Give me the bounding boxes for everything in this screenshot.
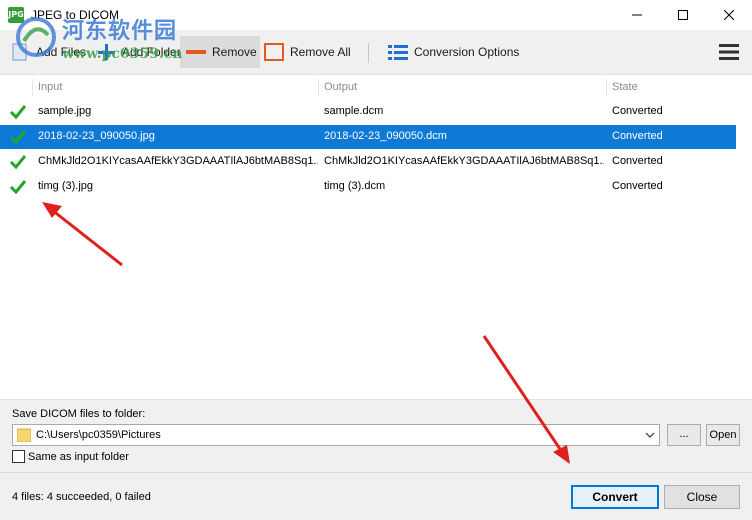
open-folder-button[interactable]: Open (706, 424, 740, 446)
cell-output: 2018-02-23_090050.dcm (324, 130, 447, 142)
cell-output: ChMkJld2O1KIYcasAAfEkkY3GDAAATIlAJ6btMAB… (324, 155, 604, 167)
table-row[interactable]: sample.jpg sample.dcm Converted (0, 100, 736, 124)
maximize-button[interactable] (660, 0, 706, 30)
status-summary: 4 files: 4 succeeded, 0 failed (12, 491, 151, 503)
status-bar: 4 files: 4 succeeded, 0 failed Convert C… (0, 472, 752, 520)
minimize-icon (632, 14, 642, 16)
column-state[interactable]: State (612, 81, 638, 93)
title-bar: JPG JPEG to DICOM (0, 0, 752, 30)
close-window-button[interactable] (706, 0, 752, 30)
folder-path: C:\Users\pc0359\Pictures (36, 429, 161, 441)
list-icon (388, 42, 408, 62)
cell-input: sample.jpg (38, 105, 92, 117)
add-files-label: Add Files (36, 45, 87, 59)
convert-button[interactable]: Convert (571, 485, 659, 509)
check-icon (9, 128, 27, 146)
cell-state: Converted (612, 130, 663, 142)
cell-input: ChMkJld2O1KIYcasAAfEkkY3GDAAATIlAJ6btMAB… (38, 155, 318, 167)
cell-state: Converted (612, 105, 663, 117)
cell-state: Converted (612, 180, 663, 192)
cell-input: timg (3).jpg (38, 180, 94, 192)
column-input[interactable]: Input (38, 81, 62, 93)
minus-icon (186, 42, 206, 62)
save-panel: Save DICOM files to folder: C:\Users\pc0… (0, 400, 752, 472)
table-header: Input Output State (0, 75, 736, 99)
close-button[interactable]: Close (664, 485, 740, 509)
column-output[interactable]: Output (324, 81, 357, 93)
conversion-options-label: Conversion Options (414, 45, 520, 59)
save-folder-label: Save DICOM files to folder: (12, 408, 146, 420)
cell-state: Converted (612, 155, 663, 167)
table-row[interactable]: 2018-02-23_090050.jpg 2018-02-23_090050.… (0, 125, 736, 149)
remove-label: Remove (212, 45, 257, 59)
add-folder-label: Add Folder (122, 45, 181, 59)
check-icon (9, 103, 27, 121)
add-files-icon (10, 42, 30, 62)
toolbar-separator (368, 43, 369, 63)
table-row[interactable]: timg (3).jpg timg (3).dcm Converted (0, 175, 736, 199)
add-files-button[interactable]: Add Files (4, 36, 92, 68)
remove-button[interactable]: Remove (180, 36, 260, 68)
window-title: JPEG to DICOM (31, 8, 120, 22)
hamburger-icon (719, 44, 739, 60)
cell-output: timg (3).dcm (324, 180, 386, 192)
chevron-down-icon (645, 432, 655, 438)
output-folder-combo[interactable]: C:\Users\pc0359\Pictures (12, 424, 660, 446)
browse-button[interactable]: ... (667, 424, 701, 446)
remove-all-icon (264, 42, 284, 62)
file-list[interactable]: Input Output State sample.jpg sample.dcm… (0, 74, 752, 400)
remove-all-label: Remove All (290, 45, 351, 59)
maximize-icon (678, 10, 688, 20)
folder-icon (17, 428, 31, 442)
remove-all-button[interactable]: Remove All (258, 36, 357, 68)
app-icon: JPG (8, 7, 24, 23)
toolbar: Add Files Add Folder Remove Remove All C… (0, 30, 752, 74)
add-folder-button[interactable]: Add Folder (90, 36, 187, 68)
conversion-options-button[interactable]: Conversion Options (382, 36, 525, 68)
cell-output: sample.dcm (324, 105, 384, 117)
same-as-input-checkbox[interactable] (12, 450, 25, 463)
menu-button[interactable] (718, 42, 740, 62)
plus-icon (96, 42, 116, 62)
check-icon (9, 178, 27, 196)
check-icon (9, 153, 27, 171)
close-icon (724, 10, 734, 20)
cell-input: 2018-02-23_090050.jpg (38, 130, 155, 142)
minimize-button[interactable] (614, 0, 660, 30)
same-as-input-label[interactable]: Same as input folder (28, 451, 129, 463)
table-row[interactable]: ChMkJld2O1KIYcasAAfEkkY3GDAAATIlAJ6btMAB… (0, 150, 736, 174)
